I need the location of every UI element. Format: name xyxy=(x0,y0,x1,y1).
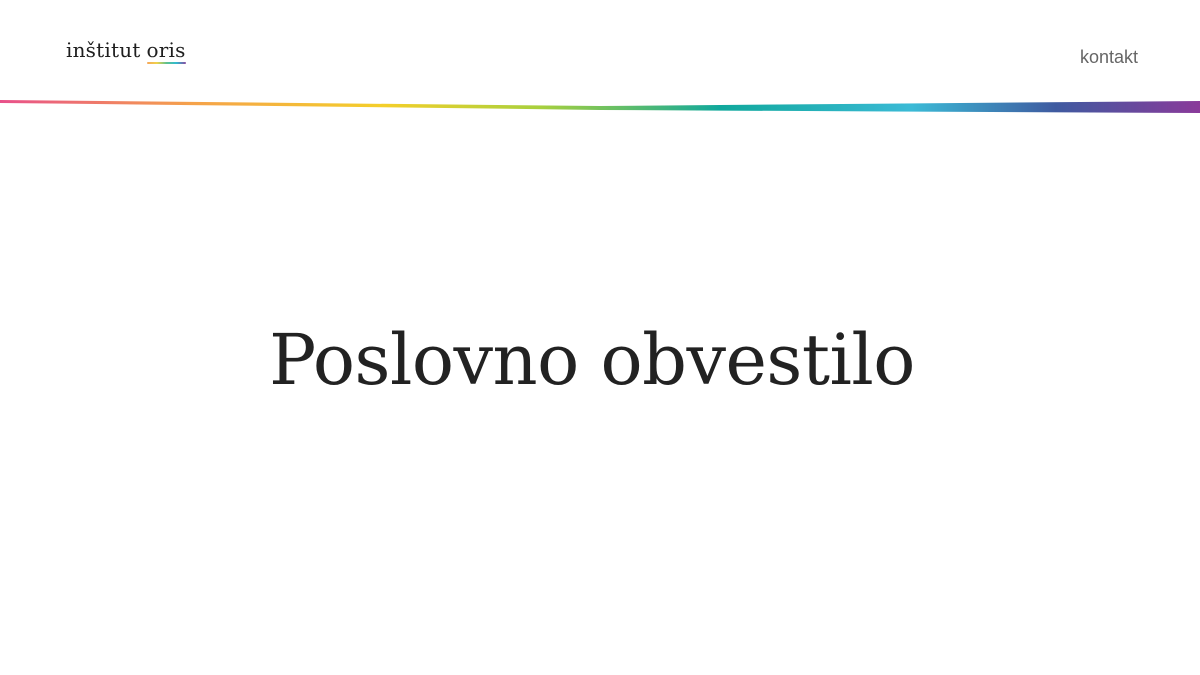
logo-word-oris: oris xyxy=(146,38,186,64)
rainbow-divider xyxy=(0,100,1200,113)
nav-link-contact[interactable]: kontakt xyxy=(1080,47,1138,68)
logo-rainbow-underline xyxy=(146,62,186,64)
page: inštitut oris kontakt Poslovno obvestilo xyxy=(0,0,1200,675)
hero-title: Poslovno obvestilo xyxy=(269,319,915,401)
logo-word-institut: inštitut xyxy=(66,38,141,62)
site-header: inštitut oris kontakt xyxy=(0,0,1200,100)
site-logo[interactable]: inštitut oris xyxy=(66,38,186,64)
logo-word-oris-text: oris xyxy=(146,38,186,62)
